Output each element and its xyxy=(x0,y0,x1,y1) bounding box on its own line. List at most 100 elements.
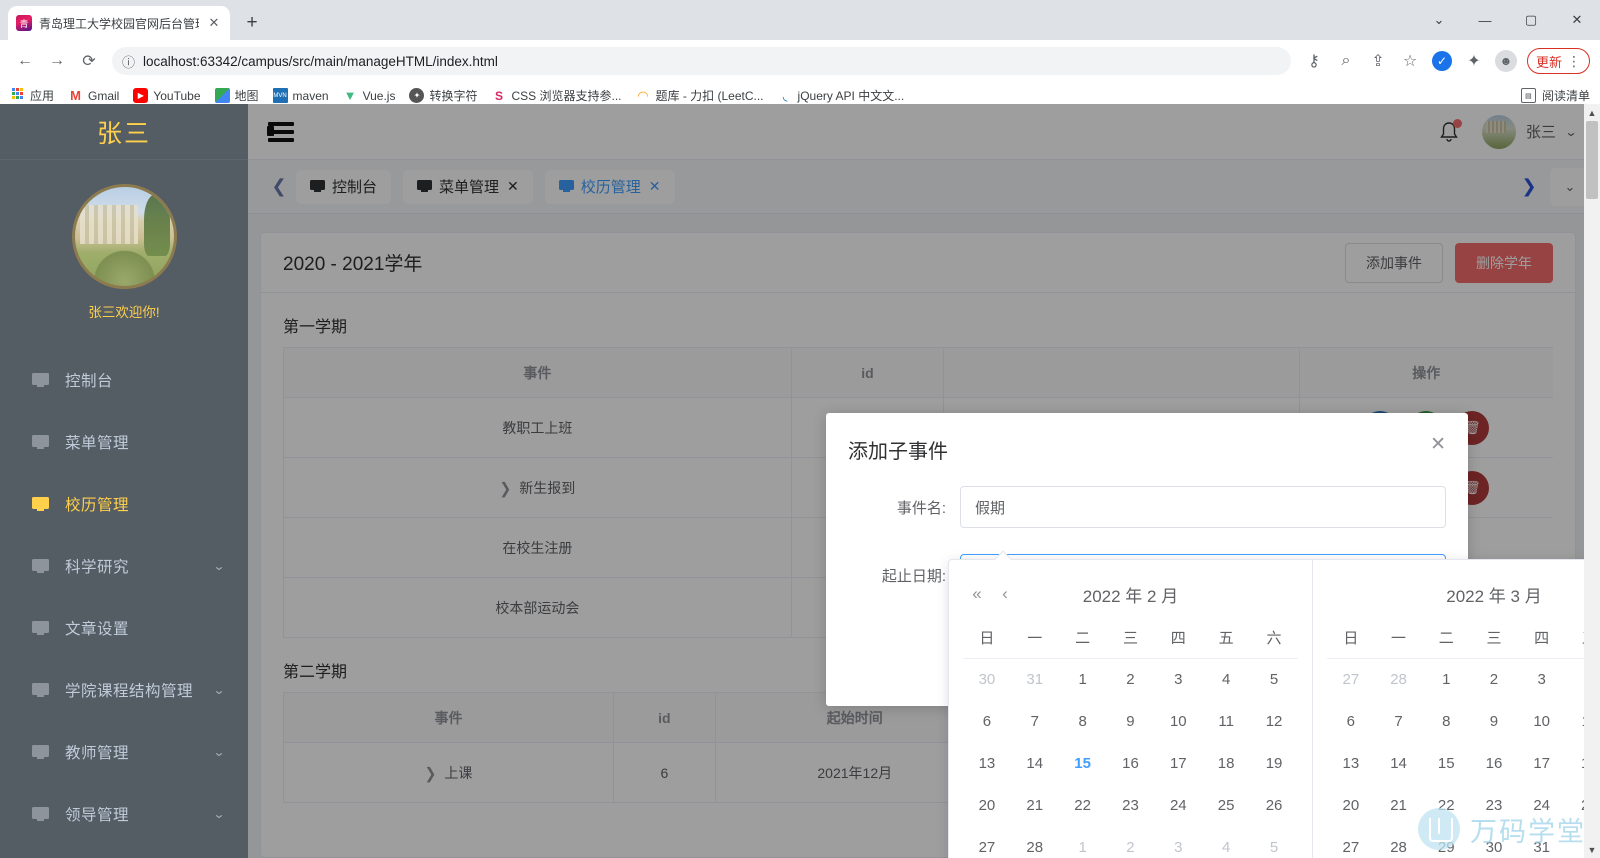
day-cell[interactable]: 9 xyxy=(1107,700,1155,742)
page-scrollbar[interactable]: ▲ ▼ xyxy=(1584,104,1600,858)
bookmark-jquery[interactable]: ◟ jQuery API 中文文... xyxy=(778,87,905,104)
day-cell[interactable]: 2 xyxy=(1470,658,1518,700)
bookmark-apps[interactable]: 应用 xyxy=(10,87,54,104)
day-cell[interactable]: 15 xyxy=(1422,742,1470,784)
day-cell[interactable]: 8 xyxy=(1059,700,1107,742)
day-cell[interactable]: 14 xyxy=(1375,742,1423,784)
kebab-menu-icon[interactable]: ⋮ xyxy=(1567,54,1581,68)
day-cell[interactable]: 1 xyxy=(1059,658,1107,700)
day-cell[interactable]: 4 xyxy=(1202,826,1250,858)
sidebar-item-research[interactable]: 科学研究 ⌄ xyxy=(0,535,248,597)
address-bar[interactable]: ⓘ localhost:63342/campus/src/main/manage… xyxy=(112,47,1291,75)
bookmark-css[interactable]: S CSS 浏览器支持参... xyxy=(491,87,622,104)
sidebar-item-teacher-management[interactable]: 教师管理 ⌄ xyxy=(0,721,248,783)
reading-list-button[interactable]: ▤ 阅读清单 xyxy=(1520,87,1590,104)
day-cell[interactable]: 14 xyxy=(1011,742,1059,784)
day-cell[interactable]: 8 xyxy=(1422,700,1470,742)
day-cell[interactable]: 23 xyxy=(1107,784,1155,826)
day-cell[interactable]: 5 xyxy=(1250,826,1298,858)
day-cell[interactable]: 7 xyxy=(1011,700,1059,742)
bookmark-leetcode[interactable]: ◠ 题库 - 力扣 (LeetC... xyxy=(636,87,763,104)
day-cell[interactable]: 3 xyxy=(1154,658,1202,700)
day-cell[interactable]: 31 xyxy=(1518,826,1566,858)
day-cell[interactable]: 6 xyxy=(963,700,1011,742)
day-cell[interactable]: 1 xyxy=(1059,826,1107,858)
day-cell[interactable]: 30 xyxy=(1470,826,1518,858)
day-cell[interactable]: 10 xyxy=(1154,700,1202,742)
day-cell[interactable]: 24 xyxy=(1154,784,1202,826)
new-tab-button[interactable]: + xyxy=(238,9,266,37)
day-cell[interactable]: 10 xyxy=(1518,700,1566,742)
update-button[interactable]: 更新 ⋮ xyxy=(1526,48,1590,74)
day-cell[interactable]: 20 xyxy=(963,784,1011,826)
day-cell[interactable]: 19 xyxy=(1250,742,1298,784)
minimize-button[interactable]: — xyxy=(1462,4,1508,36)
day-cell[interactable]: 26 xyxy=(1250,784,1298,826)
day-cell[interactable]: 23 xyxy=(1470,784,1518,826)
bookmark-youtube[interactable]: ▶ YouTube xyxy=(133,88,201,103)
day-cell[interactable]: 28 xyxy=(1375,826,1423,858)
day-cell[interactable]: 4 xyxy=(1202,658,1250,700)
day-cell[interactable]: 27 xyxy=(1327,658,1375,700)
sidebar-item-console[interactable]: 控制台 xyxy=(0,349,248,411)
day-cell[interactable]: 2 xyxy=(1107,658,1155,700)
sidebar-item-course-structure[interactable]: 学院课程结构管理 ⌄ xyxy=(0,659,248,721)
day-cell[interactable]: 20 xyxy=(1327,784,1375,826)
day-cell[interactable]: 29 xyxy=(1422,826,1470,858)
browser-tab[interactable]: 青 青岛理工大学校园官网后台管理 ✕ xyxy=(8,6,230,40)
sync-check-icon[interactable]: ✓ xyxy=(1427,46,1457,76)
search-zoom-icon[interactable]: ⌕ xyxy=(1331,46,1361,76)
day-cell[interactable]: 17 xyxy=(1154,742,1202,784)
day-cell[interactable]: 13 xyxy=(1327,742,1375,784)
day-cell[interactable]: 17 xyxy=(1518,742,1566,784)
day-cell[interactable]: 28 xyxy=(1375,658,1423,700)
day-cell[interactable]: 21 xyxy=(1375,784,1423,826)
scroll-up-arrow-icon[interactable]: ▲ xyxy=(1584,104,1600,121)
day-cell[interactable]: 30 xyxy=(963,658,1011,700)
bookmark-vuejs[interactable]: ▼ Vue.js xyxy=(343,88,396,103)
prev-month-icon[interactable]: ‹ xyxy=(991,584,1019,604)
day-cell[interactable]: 12 xyxy=(1250,700,1298,742)
prev-year-icon[interactable]: « xyxy=(963,584,991,604)
day-cell[interactable]: 16 xyxy=(1107,742,1155,784)
day-cell[interactable]: 18 xyxy=(1202,742,1250,784)
day-cell[interactable]: 21 xyxy=(1011,784,1059,826)
bookmark-convert[interactable]: ✦ 转换字符 xyxy=(409,87,477,104)
sidebar-item-menu-management[interactable]: 菜单管理 xyxy=(0,411,248,473)
day-cell[interactable]: 24 xyxy=(1518,784,1566,826)
close-icon[interactable]: ✕ xyxy=(1430,435,1446,454)
sidebar-item-article-settings[interactable]: 文章设置 xyxy=(0,597,248,659)
password-key-icon[interactable]: ⚷ xyxy=(1299,46,1329,76)
day-cell[interactable]: 9 xyxy=(1470,700,1518,742)
day-cell[interactable]: 27 xyxy=(1327,826,1375,858)
day-cell[interactable]: 11 xyxy=(1202,700,1250,742)
bookmark-star-icon[interactable]: ☆ xyxy=(1395,46,1425,76)
profile-icon[interactable]: ☻ xyxy=(1491,46,1521,76)
day-cell[interactable]: 22 xyxy=(1422,784,1470,826)
sidebar-item-calendar-management[interactable]: 校历管理 xyxy=(0,473,248,535)
day-cell[interactable]: 16 xyxy=(1470,742,1518,784)
close-icon[interactable]: ✕ xyxy=(206,15,222,31)
day-cell[interactable]: 31 xyxy=(1011,658,1059,700)
day-cell[interactable]: 15 xyxy=(1059,742,1107,784)
scrollbar-thumb[interactable] xyxy=(1586,121,1598,199)
day-cell[interactable]: 22 xyxy=(1059,784,1107,826)
forward-icon[interactable]: → xyxy=(42,46,72,76)
day-cell[interactable]: 7 xyxy=(1375,700,1423,742)
reload-icon[interactable]: ⟳ xyxy=(74,46,104,76)
day-cell[interactable]: 3 xyxy=(1154,826,1202,858)
day-cell[interactable]: 6 xyxy=(1327,700,1375,742)
back-icon[interactable]: ← xyxy=(10,46,40,76)
day-cell[interactable]: 3 xyxy=(1518,658,1566,700)
window-close-button[interactable]: ✕ xyxy=(1554,4,1600,36)
day-cell[interactable]: 5 xyxy=(1250,658,1298,700)
share-icon[interactable]: ⇪ xyxy=(1363,46,1393,76)
site-info-icon[interactable]: ⓘ xyxy=(122,52,135,71)
scroll-down-arrow-icon[interactable]: ▼ xyxy=(1584,841,1600,858)
day-cell[interactable]: 2 xyxy=(1107,826,1155,858)
bookmark-maven[interactable]: MVN maven xyxy=(272,88,329,103)
bookmark-gmail[interactable]: M Gmail xyxy=(68,88,119,103)
maximize-button[interactable]: ▢ xyxy=(1508,4,1554,36)
sidebar-item-leader-management[interactable]: 领导管理 ⌄ xyxy=(0,783,248,845)
event-name-input[interactable]: 假期 xyxy=(960,486,1446,528)
